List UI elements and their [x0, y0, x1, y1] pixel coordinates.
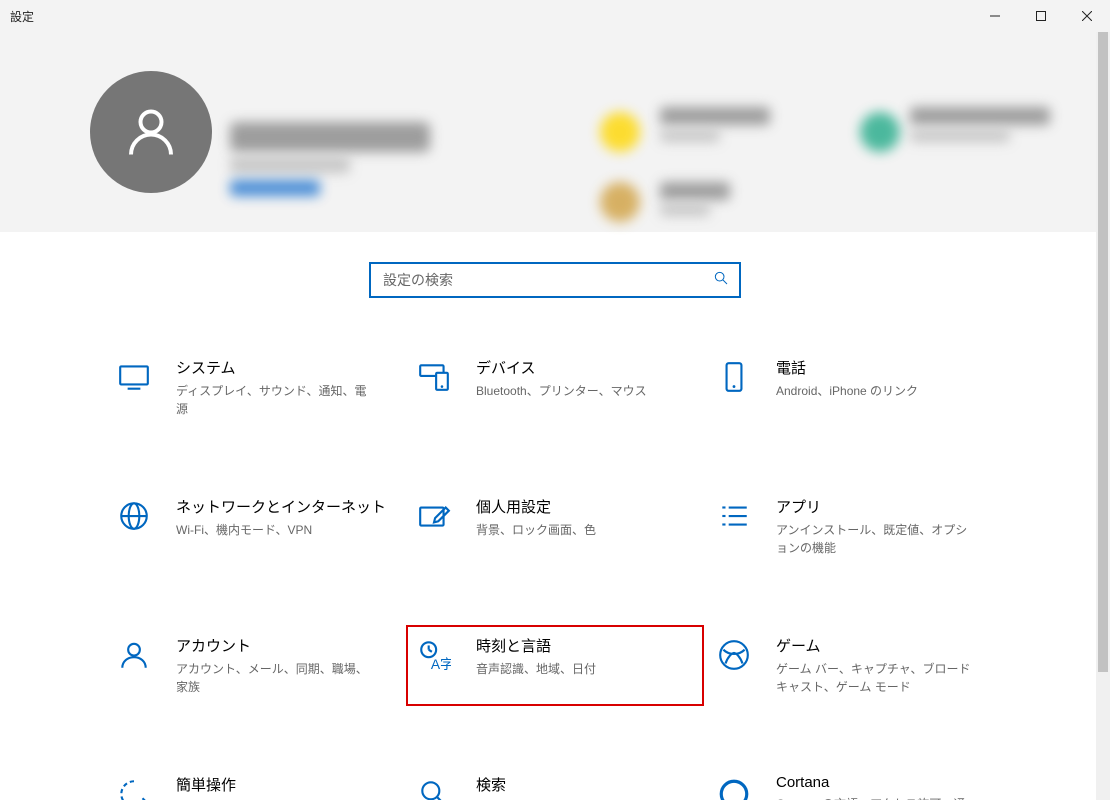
network-icon	[114, 496, 154, 536]
tile-desc: Wi-Fi、機内モード、VPN	[176, 521, 376, 539]
search-category-icon	[414, 774, 454, 800]
ease-of-access-icon	[114, 774, 154, 800]
blurred-status-icon-1	[600, 112, 640, 152]
close-button[interactable]	[1064, 0, 1110, 32]
tile-personalization[interactable]: 個人用設定 背景、ロック画面、色	[410, 492, 700, 561]
blurred-username	[230, 122, 430, 152]
blurred-status-2b	[660, 204, 710, 216]
settings-window: 設定	[0, 0, 1110, 800]
blurred-status-icon-2	[600, 182, 640, 222]
tile-desc: ディスプレイ、サウンド、通知、電源	[176, 382, 376, 418]
tile-desc: 背景、ロック画面、色	[476, 521, 596, 539]
tile-title: システム	[176, 357, 376, 378]
tile-title: 検索	[476, 774, 671, 795]
vertical-scrollbar[interactable]	[1096, 32, 1110, 800]
svg-text:A字: A字	[431, 656, 451, 672]
tile-title: デバイス	[476, 357, 647, 378]
accounts-icon	[114, 635, 154, 675]
tile-phone[interactable]: 電話 Android、iPhone のリンク	[710, 353, 1000, 422]
tile-devices[interactable]: デバイス Bluetooth、プリンター、マウス	[410, 353, 700, 422]
tile-desc: アカウント、メール、同期、職場、家族	[176, 660, 376, 696]
apps-icon	[714, 496, 754, 536]
blurred-status-1a	[660, 107, 770, 125]
blurred-status-1b	[660, 130, 720, 142]
tile-title: 簡単操作	[176, 774, 376, 795]
blurred-status-icon-3	[860, 112, 900, 152]
time-language-icon: A字	[414, 635, 454, 675]
maximize-icon	[1036, 11, 1046, 21]
tile-desc: Android、iPhone のリンク	[776, 382, 918, 400]
user-header	[0, 32, 1110, 232]
system-icon	[114, 357, 154, 397]
tile-desc: アンインストール、既定値、オプションの機能	[776, 521, 976, 557]
tile-network[interactable]: ネットワークとインターネット Wi-Fi、機内モード、VPN	[110, 492, 400, 561]
cortana-icon	[714, 774, 754, 800]
tile-title: ネットワークとインターネット	[176, 496, 386, 517]
blurred-status-2a	[660, 182, 730, 200]
blurred-status-3b	[910, 130, 1010, 142]
tile-desc: Bluetooth、プリンター、マウス	[476, 382, 647, 400]
tile-title: 電話	[776, 357, 918, 378]
search-container	[0, 262, 1110, 298]
blurred-subtext	[230, 157, 350, 173]
tile-title: アプリ	[776, 496, 976, 517]
window-controls	[972, 0, 1110, 32]
tile-title: Cortana	[776, 774, 976, 791]
scrollbar-thumb[interactable]	[1098, 32, 1108, 672]
titlebar: 設定	[0, 0, 1110, 32]
search-icon	[713, 270, 729, 291]
tile-title: 個人用設定	[476, 496, 596, 517]
devices-icon	[414, 357, 454, 397]
settings-grid: システム ディスプレイ、サウンド、通知、電源 デバイス Bluetooth、プリ…	[110, 353, 1000, 800]
tile-desc: 音声認識、地域、日付	[476, 660, 596, 678]
personalization-icon	[414, 496, 454, 536]
tile-search[interactable]: 検索 マイ ファイル、アクセス許可の検索	[410, 770, 700, 800]
phone-icon	[714, 357, 754, 397]
tile-cortana[interactable]: Cortana Cortana の言語、アクセス許可、通知	[710, 770, 1000, 800]
tile-apps[interactable]: アプリ アンインストール、既定値、オプションの機能	[710, 492, 1000, 561]
tile-ease-of-access[interactable]: 簡単操作 ナレーター、拡大鏡、ハイコントラスト	[110, 770, 400, 800]
search-input[interactable]	[381, 271, 713, 289]
minimize-button[interactable]	[972, 0, 1018, 32]
person-icon	[121, 102, 181, 162]
close-icon	[1082, 11, 1092, 21]
user-avatar[interactable]	[90, 71, 212, 193]
blurred-link	[230, 180, 320, 196]
tile-title: ゲーム	[776, 635, 976, 656]
tile-desc: Cortana の言語、アクセス許可、通知	[776, 795, 976, 800]
blurred-status-3a	[910, 107, 1050, 125]
tile-accounts[interactable]: アカウント アカウント、メール、同期、職場、家族	[110, 631, 400, 700]
minimize-icon	[990, 11, 1000, 21]
maximize-button[interactable]	[1018, 0, 1064, 32]
tile-system[interactable]: システム ディスプレイ、サウンド、通知、電源	[110, 353, 400, 422]
tile-desc: ゲーム バー、キャプチャ、ブロードキャスト、ゲーム モード	[776, 660, 976, 696]
tile-title: アカウント	[176, 635, 376, 656]
tile-title: 時刻と言語	[476, 635, 596, 656]
window-title: 設定	[10, 8, 34, 25]
gaming-icon	[714, 635, 754, 675]
tile-time-language[interactable]: A字 時刻と言語 音声認識、地域、日付	[410, 631, 700, 700]
tile-gaming[interactable]: ゲーム ゲーム バー、キャプチャ、ブロードキャスト、ゲーム モード	[710, 631, 1000, 700]
search-box[interactable]	[369, 262, 741, 298]
